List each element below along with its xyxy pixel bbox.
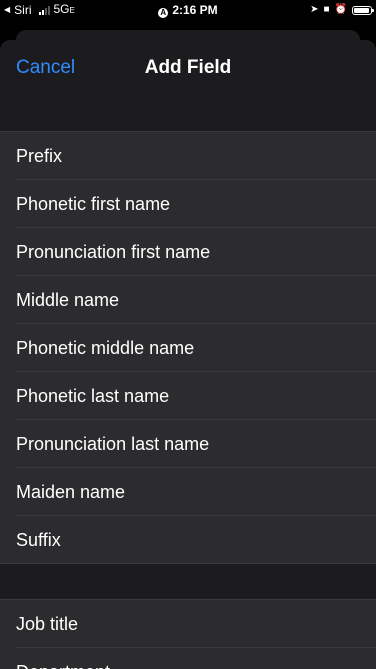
section-spacer	[0, 96, 376, 131]
add-field-sheet: Cancel Add Field Prefix Phonetic first n…	[0, 40, 376, 669]
app-store-icon: A	[158, 8, 169, 18]
battery-icon	[352, 5, 374, 15]
list-item-phonetic-last-name[interactable]: Phonetic last name	[0, 372, 376, 420]
list-item-phonetic-first-name[interactable]: Phonetic first name	[0, 180, 376, 228]
section-spacer	[0, 564, 376, 599]
list-item-maiden-name[interactable]: Maiden name	[0, 468, 376, 516]
list-item-prefix[interactable]: Prefix	[0, 132, 376, 180]
location-icon: ➤	[310, 4, 319, 15]
list-item-suffix[interactable]: Suffix	[0, 516, 376, 564]
list-item-pronunciation-last-name[interactable]: Pronunciation last name	[0, 420, 376, 468]
status-time: 2:16 PM	[172, 3, 218, 17]
list-item-phonetic-middle-name[interactable]: Phonetic middle name	[0, 324, 376, 372]
name-fields-group: Prefix Phonetic first name Pronunciation…	[0, 131, 376, 564]
alarm-icon: ⏰	[334, 4, 347, 15]
orientation-lock-icon: ■	[323, 4, 330, 15]
list-item-job-title[interactable]: Job title	[0, 600, 376, 648]
screen: ◀ Siri 5GE A 2:16 PM ➤ ■ ⏰ Cancel Add Fie…	[0, 0, 376, 669]
status-right: ➤ ■ ⏰	[310, 0, 374, 20]
page-title: Add Field	[144, 57, 232, 78]
navigation-bar: Cancel Add Field	[0, 40, 376, 96]
list-item-department[interactable]: Department	[0, 648, 376, 669]
status-bar: ◀ Siri 5GE A 2:16 PM ➤ ■ ⏰	[0, 0, 376, 20]
list-item-middle-name[interactable]: Middle name	[0, 276, 376, 324]
list-item-pronunciation-first-name[interactable]: Pronunciation first name	[0, 228, 376, 276]
work-fields-group: Job title Department	[0, 599, 376, 669]
